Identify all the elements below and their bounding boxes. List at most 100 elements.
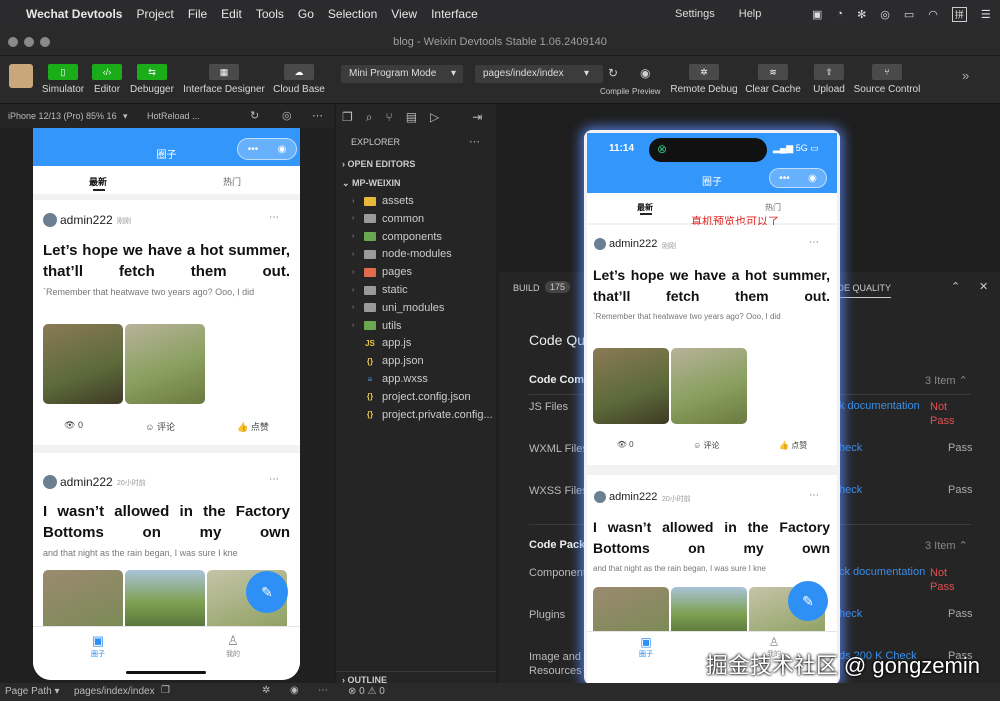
post-card[interactable]: admin222 刚刚 ⋯ Let’s hope we have a hot s… <box>587 225 837 465</box>
folder-item[interactable]: › utils <box>336 317 496 335</box>
tab-hot[interactable]: 热门 <box>765 202 781 213</box>
folder-item[interactable]: › pages <box>336 263 496 281</box>
menu-project[interactable]: Project <box>136 7 173 21</box>
bottom-tab-mine[interactable]: ♙ 我的 <box>226 633 240 659</box>
post-image[interactable] <box>593 587 669 637</box>
close-icon[interactable]: ✕ <box>979 280 988 293</box>
post-image[interactable] <box>43 324 123 404</box>
more-icon[interactable]: ⋯ <box>312 109 323 122</box>
more-icon[interactable]: ⋯ <box>318 685 328 696</box>
simulator-button[interactable]: ▯ Simulator <box>40 64 86 95</box>
compile-button[interactable]: Compile <box>600 87 629 96</box>
quality-row-link[interactable]: heck <box>839 484 862 496</box>
problems-count[interactable]: ⊗ 0 ⚠ 0 <box>348 686 385 697</box>
bottom-tab-circle[interactable]: ▣ 圈子 <box>91 633 105 659</box>
device-select[interactable]: iPhone 12/13 (Pro) 85% 16 <box>8 111 117 121</box>
menu-view[interactable]: View <box>391 7 417 21</box>
search-icon[interactable]: ⌕ <box>366 110 373 125</box>
comment-button[interactable]: ☺ 评论 <box>145 420 175 433</box>
compose-button[interactable]: ✎ <box>788 581 828 621</box>
extensions-icon[interactable]: ▤ <box>406 110 417 124</box>
eye-icon[interactable]: ◉ <box>290 685 299 696</box>
folder-item[interactable]: › uni_modules <box>336 299 496 317</box>
tab-latest[interactable]: 最新 <box>89 175 107 188</box>
post-more-icon[interactable]: ⋯ <box>809 237 819 248</box>
debug-icon[interactable]: ▷ <box>430 110 439 124</box>
folder-item[interactable]: › static <box>336 281 496 299</box>
compose-button[interactable]: ✎ <box>246 571 288 613</box>
avatar[interactable] <box>9 64 33 88</box>
mode-select[interactable]: Mini Program Mode ▾ <box>341 65 463 83</box>
menu-edit[interactable]: Edit <box>221 7 242 21</box>
app-menu[interactable]: Wechat Devtools <box>26 7 122 21</box>
more-dots-icon[interactable]: ••• <box>248 144 259 155</box>
menu-selection[interactable]: Selection <box>328 7 377 21</box>
editor-button[interactable]: ‹/› Editor <box>90 64 124 95</box>
post-more-icon[interactable]: ⋯ <box>269 474 279 485</box>
battery-icon[interactable]: ▭ <box>904 8 914 21</box>
openai-icon[interactable]: ✻ <box>857 8 866 21</box>
files-icon[interactable]: ❐ <box>342 110 353 124</box>
close-circle-icon[interactable]: ◉ <box>278 144 287 155</box>
file-item[interactable]: ≡ app.wxss <box>336 370 496 388</box>
post-image[interactable] <box>43 570 123 630</box>
grid-icon[interactable]: ▣ <box>812 8 822 21</box>
more-icon[interactable]: ⋯ <box>469 135 480 148</box>
close-circle-icon[interactable]: ◉ <box>808 173 817 184</box>
more-dots-icon[interactable]: ••• <box>779 173 790 184</box>
quality-row-link[interactable]: ck documentation <box>839 566 925 578</box>
post-more-icon[interactable]: ⋯ <box>809 490 819 501</box>
branch-icon[interactable]: ⑂ <box>386 110 393 124</box>
file-item[interactable]: {} project.config.json <box>336 388 496 406</box>
menu-tools[interactable]: Tools <box>256 7 284 21</box>
source-control-button[interactable]: ⑂ Source Control <box>852 64 922 95</box>
stop-icon[interactable]: ◎ <box>282 109 292 122</box>
quality-row-link[interactable]: heck <box>839 442 862 454</box>
interface-designer-button[interactable]: ▦ Interface Designer <box>180 64 268 95</box>
folder-item[interactable]: › assets <box>336 192 496 210</box>
menu-help[interactable]: Help <box>739 8 762 20</box>
post-more-icon[interactable]: ⋯ <box>269 212 279 223</box>
menu-settings[interactable]: Settings <box>675 8 715 20</box>
folder-item[interactable]: › components <box>336 228 496 246</box>
capsule-menu[interactable]: ••• ◉ <box>237 138 297 160</box>
wifi-icon[interactable]: ◠ <box>928 8 938 21</box>
post-image[interactable] <box>671 587 747 637</box>
rotate-icon[interactable]: ↻ <box>250 109 259 122</box>
page-path-select[interactable]: Page Path ▾ <box>5 686 60 697</box>
control-center-icon[interactable]: ☰ <box>981 8 991 21</box>
clock-icon[interactable]: ◔ <box>836 8 843 20</box>
post-image[interactable] <box>125 324 205 404</box>
file-item[interactable]: {} app.json <box>336 352 496 370</box>
open-editors-section[interactable]: › OPEN EDITORS <box>336 159 496 169</box>
cloud-base-button[interactable]: ☁ Cloud Base <box>271 64 327 95</box>
section-count[interactable]: 3 Item ⌃ <box>925 374 968 387</box>
tab-hot[interactable]: 热门 <box>223 175 241 188</box>
quality-row-link[interactable]: k documentation <box>839 400 920 412</box>
section-count[interactable]: 3 Item ⌃ <box>925 539 968 552</box>
refresh-icon[interactable]: ↻ <box>608 66 618 80</box>
more-icon[interactable]: » <box>962 68 969 83</box>
page-select[interactable]: pages/index/index ▾ <box>475 65 603 83</box>
split-icon[interactable]: ⇥ <box>472 110 482 124</box>
eye-icon[interactable]: ◉ <box>640 66 650 80</box>
bug-icon[interactable]: ✲ <box>262 685 270 696</box>
menu-file[interactable]: File <box>188 7 207 21</box>
clear-cache-button[interactable]: ≋ Clear Cache <box>744 64 802 95</box>
copy-icon[interactable]: ❐ <box>161 685 170 696</box>
comment-button[interactable]: ☺ 评论 <box>693 440 719 451</box>
like-button[interactable]: 👍 点赞 <box>779 440 807 451</box>
folder-item[interactable]: › node-modules <box>336 245 496 263</box>
preview-button[interactable]: Preview <box>632 87 660 96</box>
chevron-up-icon[interactable]: ⌃ <box>951 280 960 293</box>
tab-latest[interactable]: 最新 <box>637 202 653 213</box>
file-item[interactable]: {} project.private.config... <box>336 406 496 424</box>
hotreload-toggle[interactable]: HotReload ... <box>147 111 200 121</box>
remote-debug-button[interactable]: ✲ Remote Debug <box>670 64 738 95</box>
folder-item[interactable]: › common <box>336 210 496 228</box>
project-section[interactable]: ⌄ MP-WEIXIN <box>336 178 496 189</box>
upload-button[interactable]: ⇧ Upload <box>810 64 848 95</box>
quality-row-link[interactable]: heck <box>839 608 862 620</box>
debugger-button[interactable]: ⇆ Debugger <box>128 64 176 95</box>
like-button[interactable]: 👍 点赞 <box>237 420 269 433</box>
